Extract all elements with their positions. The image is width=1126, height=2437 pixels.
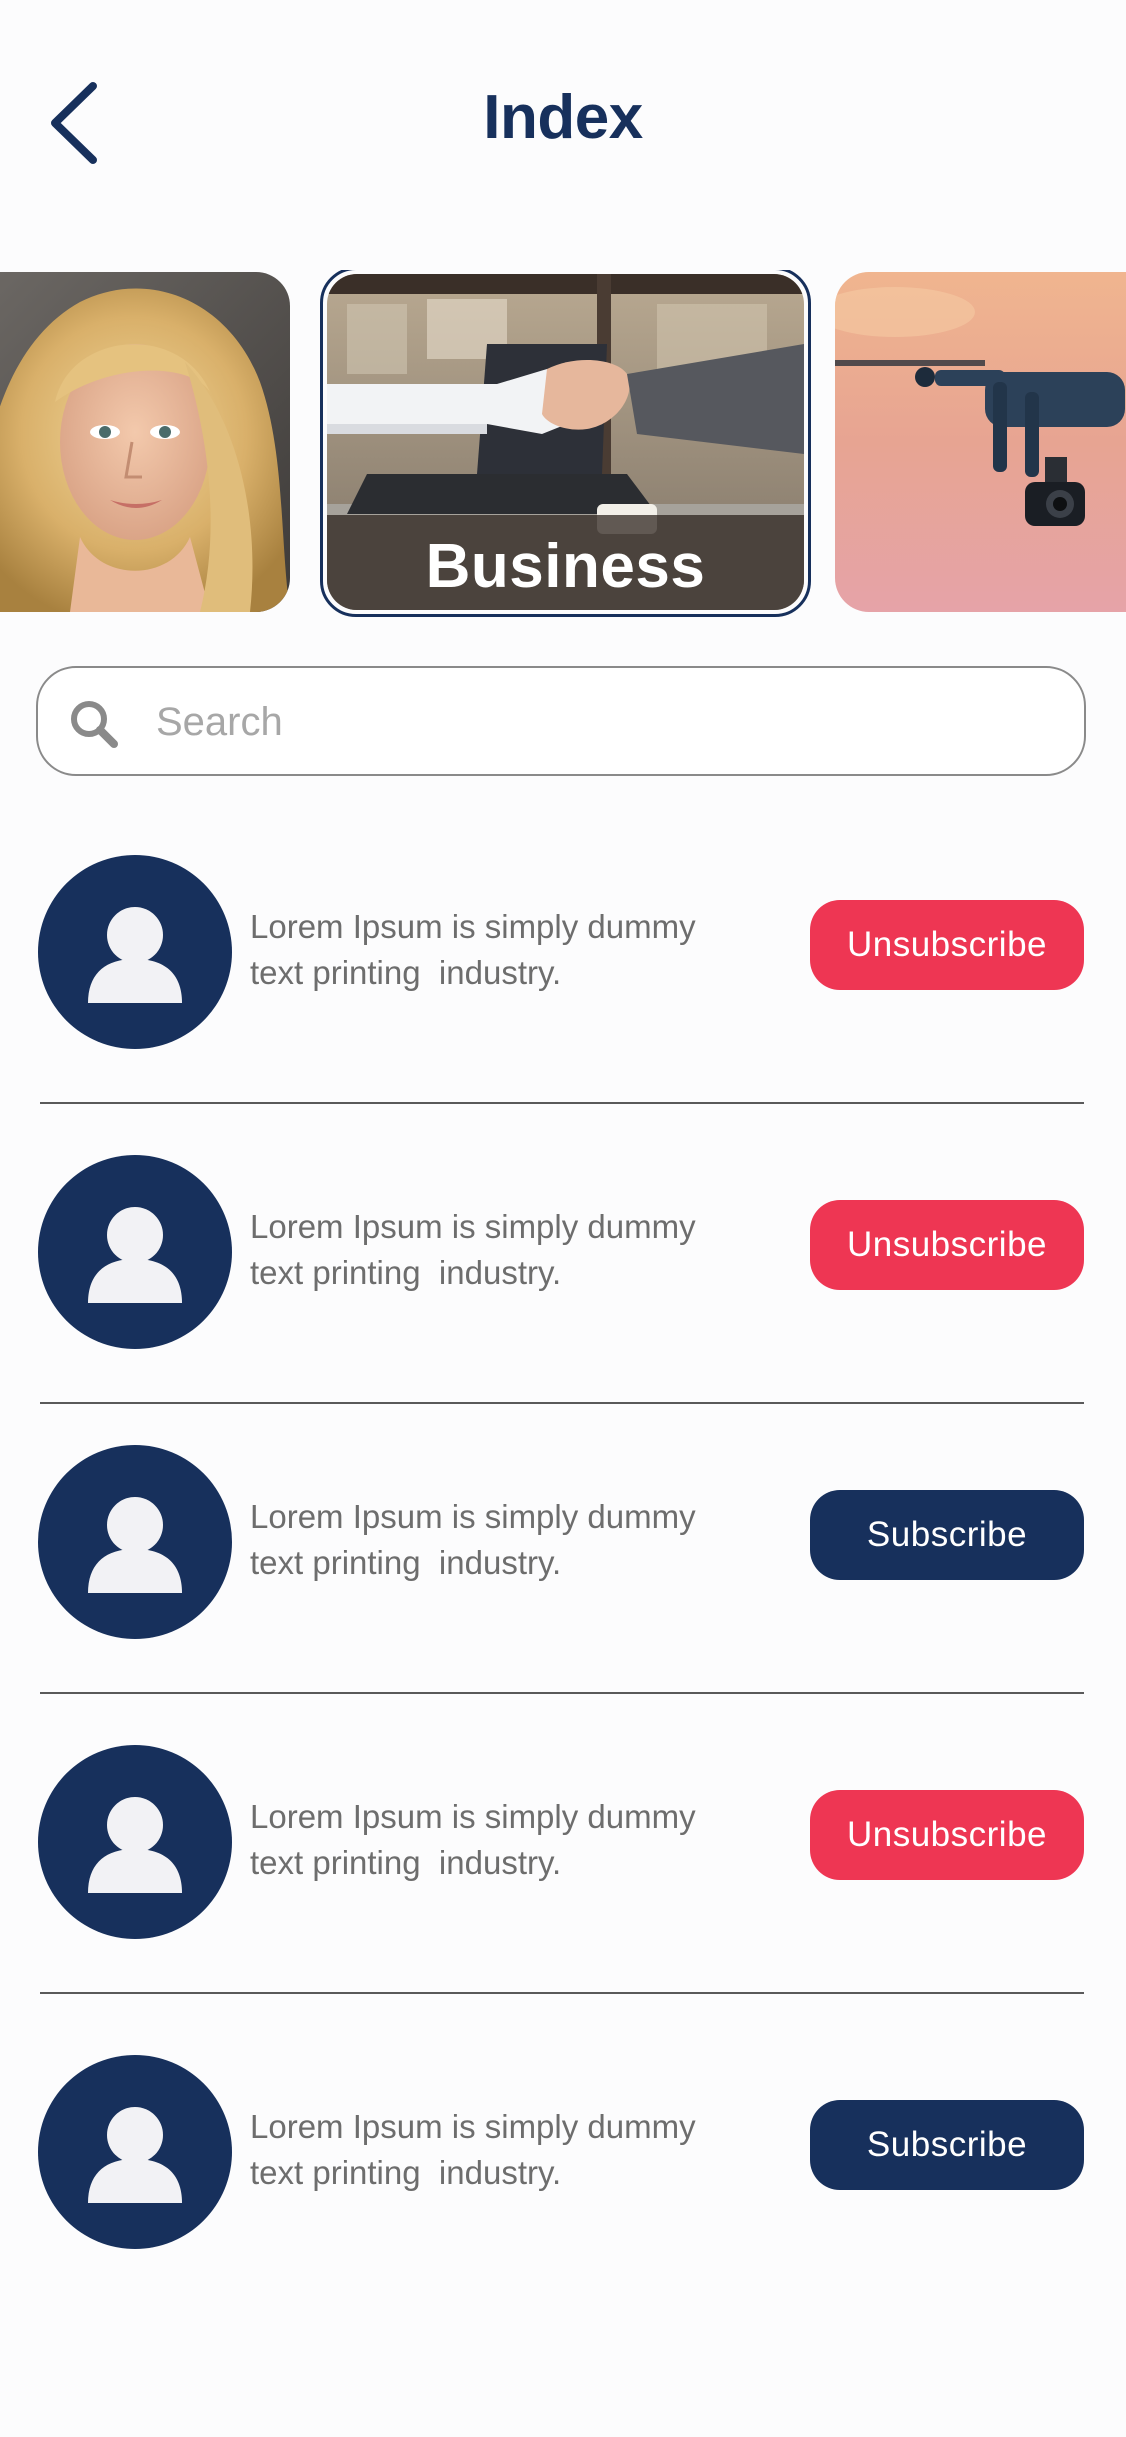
carousel-card-business[interactable]: Business — [320, 270, 811, 617]
carousel-card-portrait[interactable] — [0, 272, 290, 612]
user-icon — [88, 1497, 182, 1593]
avatar — [38, 1445, 232, 1639]
list-item-line1: Lorem Ipsum is simply dummy — [250, 908, 696, 945]
subscribe-button[interactable]: Subscribe — [810, 2100, 1084, 2190]
page: Index Business Search Lorem Ipsum is sim… — [0, 0, 1126, 2437]
avatar — [38, 1155, 232, 1349]
portrait-woman-photo — [0, 272, 290, 612]
divider — [40, 1692, 1084, 1694]
carousel-card-label: Business — [425, 532, 706, 601]
list-item: Lorem Ipsum is simply dummy text printin… — [0, 2055, 1126, 2255]
list-item-line2: text printing industry. — [250, 1844, 562, 1881]
carousel-card-drone[interactable] — [835, 272, 1126, 612]
list-item-line2: text printing industry. — [250, 1254, 562, 1291]
list-item-text: Lorem Ipsum is simply dummy text printin… — [250, 1494, 770, 1586]
drone-photo — [835, 272, 1126, 612]
list-item-line1: Lorem Ipsum is simply dummy — [250, 2108, 696, 2145]
list-item: Lorem Ipsum is simply dummy text printin… — [0, 1445, 1126, 1645]
avatar — [38, 855, 232, 1049]
user-icon — [88, 1207, 182, 1303]
unsubscribe-button[interactable]: Unsubscribe — [810, 1200, 1084, 1290]
list-item-line2: text printing industry. — [250, 2154, 562, 2191]
search-bar[interactable] — [36, 666, 1086, 776]
list-item-text: Lorem Ipsum is simply dummy text printin… — [250, 1204, 770, 1296]
list-item: Lorem Ipsum is simply dummy text printin… — [0, 1155, 1126, 1355]
unsubscribe-button[interactable]: Unsubscribe — [810, 900, 1084, 990]
header: Index — [0, 0, 1126, 250]
page-title: Index — [483, 83, 643, 152]
user-icon — [88, 907, 182, 1003]
avatar — [38, 2055, 232, 2249]
list-item-line1: Lorem Ipsum is simply dummy — [250, 1798, 696, 1835]
list-item-text: Lorem Ipsum is simply dummy text printin… — [250, 904, 770, 996]
list-item-line1: Lorem Ipsum is simply dummy — [250, 1498, 696, 1535]
category-carousel: Business — [0, 270, 1126, 620]
avatar — [38, 1745, 232, 1939]
list-item: Lorem Ipsum is simply dummy text printin… — [0, 1745, 1126, 1945]
list-item-line1: Lorem Ipsum is simply dummy — [250, 1208, 696, 1245]
list-item-line2: text printing industry. — [250, 954, 562, 991]
divider — [40, 1992, 1084, 1994]
divider — [40, 1402, 1084, 1404]
user-icon — [88, 2107, 182, 2203]
list-item-text: Lorem Ipsum is simply dummy text printin… — [250, 1794, 770, 1886]
list-item-line2: text printing industry. — [250, 1544, 562, 1581]
unsubscribe-button[interactable]: Unsubscribe — [810, 1790, 1084, 1880]
list-item: Lorem Ipsum is simply dummy text printin… — [0, 855, 1126, 1055]
user-icon — [88, 1797, 182, 1893]
search-icon — [71, 701, 118, 748]
search-input[interactable] — [156, 690, 1036, 754]
list-item-text: Lorem Ipsum is simply dummy text printin… — [250, 2104, 770, 2196]
subscribe-button[interactable]: Subscribe — [810, 1490, 1084, 1580]
divider — [40, 1102, 1084, 1104]
